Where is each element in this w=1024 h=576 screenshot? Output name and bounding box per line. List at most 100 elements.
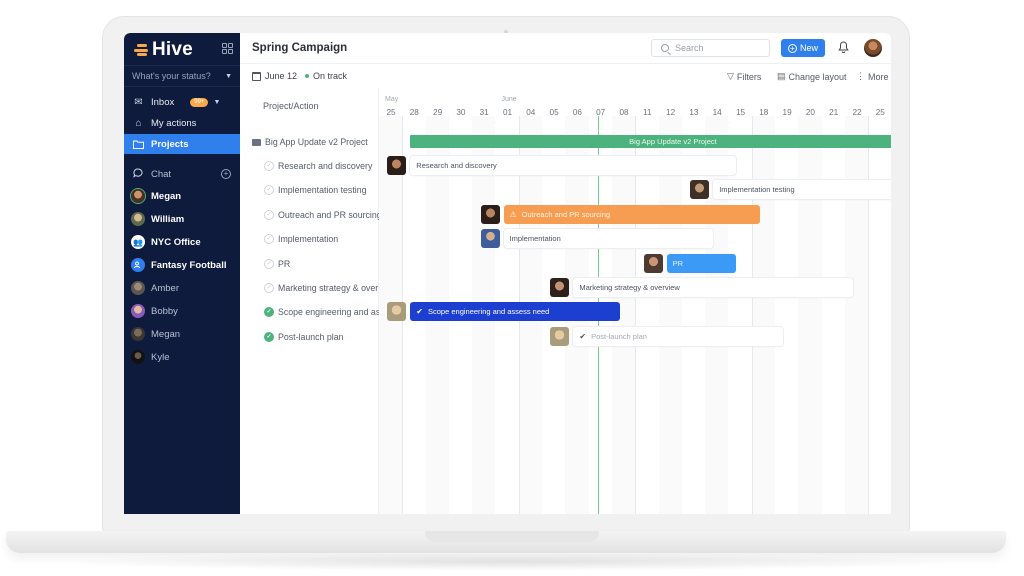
chat-item-bobby[interactable]: Bobby [124,300,240,322]
task-bar[interactable]: PR [666,253,737,273]
task-bar[interactable]: ✔ Post-launch plan [573,326,784,346]
completed-check-icon[interactable]: ✓ [264,331,274,342]
day-label: 30 [456,108,466,117]
notifications-bell-icon[interactable] [837,41,850,55]
sidebar-item-label: Projects [151,138,189,150]
new-button[interactable]: + New [781,39,825,57]
task-label: Implementation testing [278,185,367,196]
day-label: 12 [666,108,676,117]
task-bar[interactable]: Research and discovery [410,156,737,175]
column-header: Project/Action [263,101,319,111]
day-label: 04 [526,108,536,117]
chat-item-fantasy-football[interactable]: Fantasy Football [124,254,240,276]
day-column [751,116,776,514]
check-circle-icon[interactable]: ✓ [264,283,274,293]
chevron-down-icon[interactable]: ▼ [213,99,220,106]
more-button[interactable]: ⋮ More [856,71,889,82]
day-label: 25 [386,108,396,117]
chat-item-william[interactable]: William [124,208,240,230]
bar-label: Implementation testing [719,185,795,195]
check-circle-icon[interactable]: ✓ [264,258,274,269]
task-row[interactable]: ✓ Implementation testing [240,180,379,200]
check-circle-icon[interactable]: ✓ [264,209,274,220]
sidebar-item-my-actions[interactable]: ⌂ My actions [124,113,240,133]
chat-item-nyc-office[interactable]: 👥 NYC Office [124,231,240,253]
day-label: 29 [433,108,443,117]
status-input[interactable]: What's your status? ▼ [124,65,240,87]
day-label: 20 [805,108,815,117]
due-date[interactable]: June 12 [252,71,297,81]
task-row[interactable]: ✓ Research and discovery [240,156,379,176]
chat-name: Megan [151,190,182,202]
chat-item-amber[interactable]: Amber [124,277,240,299]
check-circle-icon[interactable]: ✓ [264,161,274,171]
task-bar[interactable]: ✔ Scope engineering and assess need [410,302,620,322]
avatar [131,189,145,203]
group-icon [131,258,145,272]
assignee-avatar[interactable] [643,253,663,273]
inbox-count-badge: 99+ [190,97,209,107]
assignee-avatar[interactable] [480,229,500,249]
completed-check-icon[interactable]: ✓ [264,307,274,318]
assignee-avatar[interactable] [550,326,570,346]
assignee-avatar[interactable] [550,278,570,297]
day-label: 18 [759,108,769,117]
task-row[interactable]: ✓ Post-launch plan [240,327,379,347]
filter-icon: ▽ [727,71,734,81]
chat-item-kyle[interactable]: Kyle [124,346,240,368]
sidebar-item-inbox[interactable]: ✉ Inbox 99+ ▼ [124,92,240,112]
task-bar[interactable]: Implementation [503,229,714,249]
check-circle-icon[interactable]: ✓ [264,234,274,245]
day-label: 14 [712,108,722,117]
day-column [798,116,822,514]
task-bar[interactable]: ⚠ Outreach and PR sourcing [503,204,760,224]
task-bar[interactable]: Marketing strategy & overview [573,278,853,297]
assignee-avatar[interactable] [387,156,407,175]
task-bar[interactable]: Implementation testing [713,180,891,200]
status-label: On track [313,71,348,81]
home-icon: ⌂ [135,117,142,129]
avatar [131,327,145,341]
filters-button[interactable]: ▽ Filters [727,71,761,82]
bar-label: Big App Update v2 Project [629,137,717,146]
sidebar-item-label: Inbox [151,96,175,108]
user-avatar[interactable] [864,39,882,57]
project-timeline-bar[interactable]: Big App Update v2 Project [410,135,891,148]
task-row[interactable]: ✓ Outreach and PR sourcing [240,205,379,225]
layout-icon: ▤ [777,71,786,81]
day-label: 19 [782,108,792,117]
task-row[interactable]: ✓ PR [240,254,379,274]
sidebar-chat-header[interactable]: Chat + [124,163,240,185]
status-badge[interactable]: On track [305,71,347,81]
chat-item-megan[interactable]: Megan [124,185,240,207]
task-row[interactable]: ✓ Implementation [240,229,379,249]
assignee-avatar[interactable] [387,302,407,322]
chevron-down-icon: ▼ [225,72,232,80]
apps-grid-icon[interactable] [222,43,233,54]
project-row[interactable]: Big App Update v2 Project [240,132,379,152]
day-label: 25 [875,108,885,117]
warning-icon: ⚠ [509,209,517,219]
chat-label: Chat [151,168,172,180]
bar-label: PR [672,258,684,268]
status-dot-icon [305,74,309,78]
assignee-avatar[interactable] [690,180,710,200]
avatar [131,281,145,295]
task-label: Implementation [278,234,339,245]
brand-logo[interactable]: Hive [134,39,193,61]
task-row[interactable]: ✓ Scope engineering and as [240,302,379,322]
project-name: Big App Update v2 Project [265,137,368,147]
task-label: Scope engineering and as [278,307,379,318]
check-circle-icon[interactable]: ✓ [264,185,274,196]
chat-name: Fantasy Football [151,259,227,271]
group-icon: 👥 [131,235,145,249]
add-chat-icon[interactable]: + [221,169,231,179]
search-input[interactable]: Search [651,39,770,57]
check-icon: ✔ [416,307,423,317]
day-column [821,116,845,514]
sidebar-item-projects[interactable]: Projects [124,134,240,154]
task-row[interactable]: ✓ Marketing strategy & over [240,278,379,298]
chat-item-megan-2[interactable]: Megan [124,323,240,345]
change-layout-button[interactable]: ▤ Change layout [777,71,847,82]
assignee-avatar[interactable] [480,204,500,224]
